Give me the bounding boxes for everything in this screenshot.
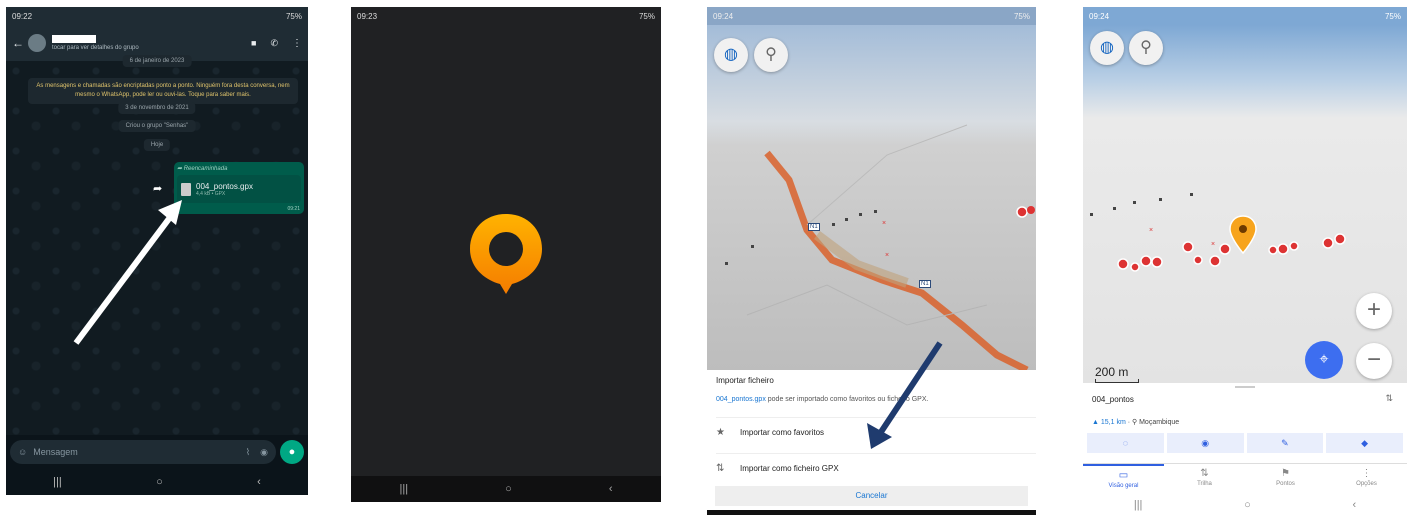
home-icon[interactable]: ○ [1244, 499, 1251, 511]
track-name: 004_pontos [1092, 395, 1134, 404]
drag-handle[interactable] [1235, 386, 1255, 388]
eye-off-icon: ◌ [1122, 438, 1129, 448]
osmand-track-screen: 09:24 75% × × ◍ ⚲ + − ⌖ 200 m 004_pontos… [1083, 7, 1407, 517]
message-input[interactable]: ☺ Mensagem ⌇ ◉ [10, 440, 276, 464]
whatsapp-screen: 09:22 75% ← tocar para ver detalhes do g… [6, 7, 308, 495]
my-location-button[interactable]: ⌖ [1305, 341, 1343, 379]
tab-options-label: Opções [1356, 481, 1377, 487]
track-summary: ▲ 15,1 km · ⚲ Moçambique [1092, 419, 1180, 426]
crosshair-icon: ⌖ [1319, 351, 1329, 368]
home-icon[interactable]: ○ [156, 476, 163, 488]
recent-apps-icon[interactable]: ||| [53, 476, 62, 488]
track-tab-icon: ⇅ [1200, 468, 1209, 479]
status-bar: 09:23 75% [351, 7, 661, 25]
status-bar: 09:24 75% [1083, 7, 1407, 25]
recent-apps-icon[interactable]: ||| [1134, 499, 1143, 511]
palette-icon: ◉ [1201, 438, 1210, 448]
map-scale: 200 m [1095, 365, 1139, 383]
android-nav-bar: ||| ○ ‹ [1083, 493, 1407, 517]
back-icon[interactable]: ‹ [609, 483, 613, 495]
osmand-logo-icon [470, 214, 542, 294]
message-placeholder: Mensagem [33, 447, 78, 457]
track-distance: 15,1 km [1100, 419, 1126, 426]
flag-icon: ⚑ [1281, 468, 1290, 479]
tab-track-label: Trilha [1197, 481, 1212, 487]
home-icon[interactable]: ○ [505, 483, 512, 495]
track-icon[interactable]: ⇅ [1385, 393, 1393, 404]
status-time: 09:23 [357, 11, 378, 21]
camera-icon[interactable]: ◉ [260, 447, 268, 458]
gpx-points-layer: × × [1090, 193, 1346, 272]
osmand-import-screen: 09:24 75% × × N1 N1 ◍ ⚲ Importar ficheir… [707, 7, 1036, 515]
edit-track-button[interactable]: ✎ [1246, 433, 1324, 453]
microphone-button[interactable]: ● [280, 440, 304, 464]
globe-icon: ◍ [1100, 39, 1114, 56]
appearance-button[interactable]: ◉ [1166, 433, 1244, 453]
zoom-out-button[interactable]: − [1356, 343, 1392, 379]
overview-icon: ▭ [1118, 470, 1129, 481]
directions-icon: ◆ [1361, 438, 1369, 448]
hide-track-button[interactable]: ◌ [1087, 433, 1164, 453]
more-options-icon: ⋮ [1361, 468, 1372, 479]
layers-globe-button[interactable]: ◍ [1090, 31, 1124, 65]
battery-level: 75% [638, 11, 655, 21]
svg-text:×: × [1211, 241, 1215, 248]
edit-icon: ✎ [1281, 438, 1289, 448]
recent-apps-icon[interactable]: ||| [400, 483, 409, 495]
android-nav-bar: ||| ○ ‹ [351, 476, 661, 502]
location-pin-icon [1229, 215, 1257, 255]
android-nav-bar: ||| ○ ‹ [6, 469, 308, 495]
osmand-splash-screen: 09:23 75% ||| ○ ‹ [351, 7, 661, 502]
back-icon[interactable]: ‹ [1352, 499, 1356, 511]
svg-text:×: × [1149, 227, 1153, 234]
tab-points-label: Pontos [1276, 481, 1295, 487]
search-button[interactable]: ⚲ [1129, 31, 1163, 65]
navigate-button[interactable]: ◆ [1326, 433, 1403, 453]
track-place: Moçambique [1139, 419, 1180, 426]
map-view[interactable]: × × ◍ ⚲ + − ⌖ 200 m [1083, 25, 1407, 383]
status-time: 09:24 [1089, 11, 1110, 21]
zoom-in-button[interactable]: + [1356, 293, 1392, 329]
track-actions: ◌ ◉ ✎ ◆ [1087, 433, 1403, 453]
track-tabs: ▭ Visão geral ⇅ Trilha ⚑ Pontos ⋮ Opções [1083, 463, 1407, 497]
back-icon[interactable]: ‹ [257, 476, 261, 488]
battery-level: 75% [1384, 11, 1401, 21]
attach-icon[interactable]: ⌇ [246, 447, 250, 458]
message-composer: ☺ Mensagem ⌇ ◉ ● [6, 435, 308, 469]
annotation-arrow-3 [867, 341, 943, 449]
annotation-arrow-1 [73, 200, 182, 345]
distance-icon: ▲ [1092, 419, 1101, 426]
tab-overview-label: Visão geral [1108, 483, 1139, 489]
emoji-icon[interactable]: ☺ [18, 447, 27, 457]
search-icon: ⚲ [1140, 39, 1152, 56]
